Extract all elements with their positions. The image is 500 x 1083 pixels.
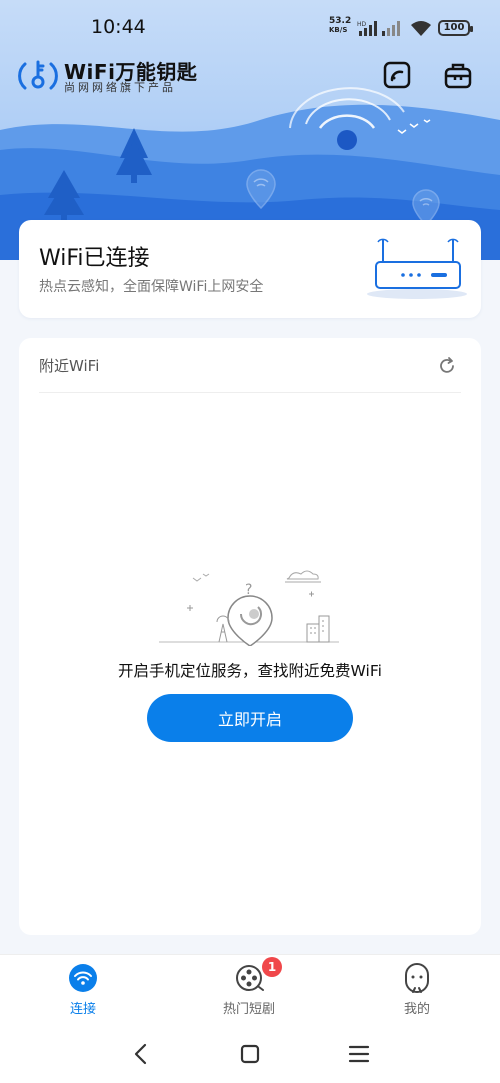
wifi-connected-card[interactable]: WiFi已连接 热点云感知，全面保障WiFi上网安全 bbox=[19, 220, 481, 318]
location-service-message: 开启手机定位服务，查找附近免费WiFi bbox=[118, 662, 382, 680]
tab-hot-dramas[interactable]: 热门短剧 bbox=[189, 955, 309, 1027]
connected-subtitle: 热点云感知，全面保障WiFi上网安全 bbox=[39, 279, 264, 295]
notification-badge: 1 bbox=[262, 957, 282, 977]
toolbox-icon[interactable] bbox=[443, 60, 473, 90]
wifi-icon bbox=[69, 964, 97, 992]
nearby-wifi-card: 附近WiFi ? 开启手机定位服务，查找附近免费WiFi 立即开启 bbox=[19, 338, 481, 935]
system-navigation-bar bbox=[0, 1026, 500, 1083]
refresh-icon[interactable] bbox=[437, 356, 457, 376]
wifi-status-icon bbox=[411, 21, 431, 36]
divider bbox=[39, 392, 461, 393]
film-reel-icon bbox=[236, 965, 264, 991]
network-speed-value: 53.2 bbox=[329, 16, 352, 26]
face-icon bbox=[405, 963, 429, 993]
status-time: 10:44 bbox=[91, 16, 146, 38]
tab-hot-dramas-label: 热门短剧 bbox=[222, 1002, 275, 1017]
status-bar: 10:44 53.2 KB/S HD 100 bbox=[0, 0, 500, 56]
signal-icon: HD bbox=[357, 21, 400, 36]
home-icon[interactable] bbox=[235, 1040, 265, 1068]
enable-location-button[interactable]: 立即开启 bbox=[147, 694, 353, 742]
battery-level: 100 bbox=[443, 22, 465, 33]
brand-subtitle: 尚网网络旗下产品 bbox=[64, 81, 176, 94]
wifi-key-logo-icon bbox=[18, 60, 58, 90]
connected-title: WiFi已连接 bbox=[39, 246, 150, 271]
tab-connect-label: 连接 bbox=[69, 1002, 96, 1017]
bottom-tab-bar: 连接 热门短剧 我的 bbox=[0, 954, 500, 1026]
router-icon bbox=[367, 238, 467, 299]
nearby-title: 附近WiFi bbox=[39, 357, 100, 375]
network-speed-unit: KB/S bbox=[329, 26, 348, 34]
svg-text:?: ? bbox=[245, 582, 252, 598]
tab-mine[interactable]: 我的 bbox=[357, 955, 477, 1027]
location-disabled-illustration: ? bbox=[159, 570, 339, 646]
tablet-icon[interactable] bbox=[382, 60, 412, 90]
svg-text:HD: HD bbox=[357, 21, 367, 28]
network-speed: 53.2 KB/S bbox=[329, 17, 351, 35]
tab-connect[interactable]: 连接 bbox=[23, 955, 143, 1027]
menu-icon[interactable] bbox=[344, 1040, 374, 1068]
back-icon[interactable] bbox=[126, 1040, 156, 1068]
battery-icon: 100 bbox=[438, 20, 473, 36]
tab-mine-label: 我的 bbox=[403, 1002, 430, 1017]
